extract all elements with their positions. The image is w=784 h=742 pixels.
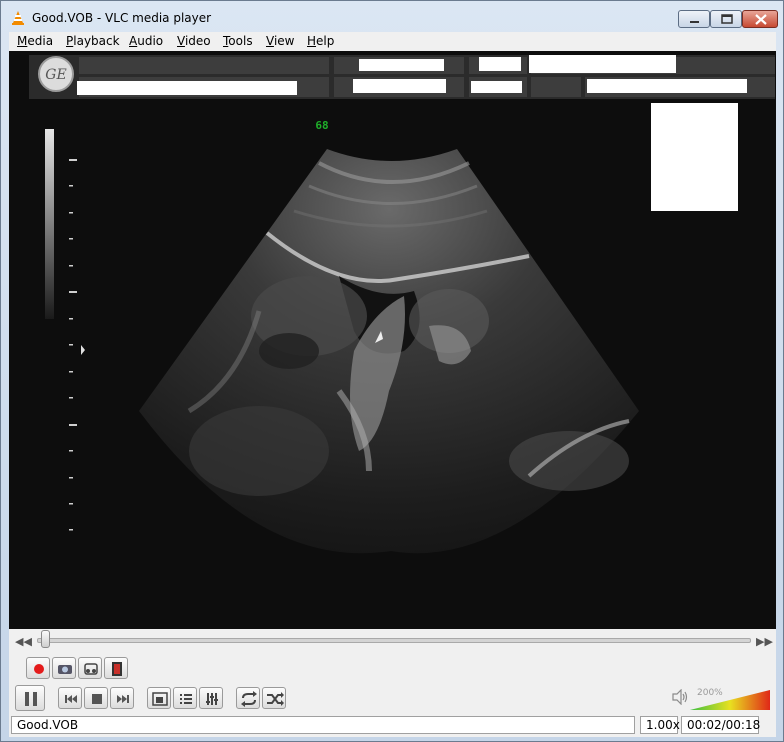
fullscreen-button[interactable] [147, 687, 171, 709]
shuffle-icon [267, 692, 284, 706]
menu-view[interactable]: View [266, 34, 294, 48]
loop-icon [241, 691, 257, 707]
fullscreen-icon [152, 692, 168, 706]
menu-help[interactable]: Help [307, 34, 334, 48]
svg-text:GE: GE [45, 67, 66, 83]
menu-media[interactable]: Media [17, 34, 53, 48]
status-bar: Good.VOB 1.00x 00:02/00:18 [9, 715, 776, 737]
seek-bar[interactable] [37, 638, 751, 643]
menu-audio[interactable]: Audio [129, 34, 163, 48]
close-button[interactable] [742, 10, 778, 28]
maximize-button[interactable] [710, 10, 742, 28]
seek-handle[interactable] [40, 630, 50, 648]
record-button[interactable] [26, 657, 50, 679]
title-bar[interactable]: Good.VOB - VLC media player [1, 1, 783, 33]
pause-button[interactable] [15, 685, 45, 711]
loop-ab-button[interactable] [78, 657, 102, 679]
frame-step-icon [112, 662, 122, 676]
menu-bar: Media Playback Audio Video Tools View He… [9, 32, 776, 51]
stop-icon [92, 694, 102, 704]
extended-settings-button[interactable] [199, 687, 223, 709]
controls-panel: ◀◀ ▶▶ 200% [9, 629, 776, 715]
snapshot-button[interactable] [52, 657, 76, 679]
stop-button[interactable] [84, 687, 108, 709]
previous-button[interactable] [58, 687, 82, 709]
record-icon [34, 664, 44, 674]
playlist-icon [180, 694, 192, 704]
snapshot-icon [58, 665, 72, 674]
vlc-window: Good.VOB - VLC media player Media Playba… [0, 0, 784, 742]
minimize-button[interactable] [678, 10, 710, 28]
loop-ab-icon [84, 663, 98, 675]
next-icon [117, 695, 129, 703]
volume-speaker-icon[interactable] [671, 689, 689, 705]
menu-tools[interactable]: Tools [223, 34, 253, 48]
extended-settings-icon [206, 693, 218, 705]
volume-percent: 200% [697, 688, 723, 698]
video-area[interactable]: GE 68 [9, 51, 776, 629]
time-display[interactable]: 00:02/00:18 [681, 716, 760, 734]
previous-icon [65, 695, 77, 703]
playlist-button[interactable] [173, 687, 197, 709]
loop-button[interactable] [236, 687, 260, 709]
frame-step-button[interactable] [104, 657, 128, 679]
menu-video[interactable]: Video [177, 34, 211, 48]
menu-playback[interactable]: Playback [66, 34, 120, 48]
pause-icon [25, 692, 37, 706]
seek-back-icon[interactable]: ◀◀ [15, 635, 32, 648]
vlc-cone-icon [12, 11, 24, 25]
ge-logo: GE [38, 56, 74, 92]
next-button[interactable] [110, 687, 134, 709]
playback-speed[interactable]: 1.00x [640, 716, 680, 734]
overlay-label: 68 [315, 119, 328, 132]
ultrasound-frame: GE 68 [29, 55, 775, 554]
shuffle-button[interactable] [262, 687, 286, 709]
seek-forward-icon[interactable]: ▶▶ [756, 635, 773, 648]
window-title: Good.VOB - VLC media player [32, 11, 212, 25]
status-filename: Good.VOB [11, 716, 635, 734]
